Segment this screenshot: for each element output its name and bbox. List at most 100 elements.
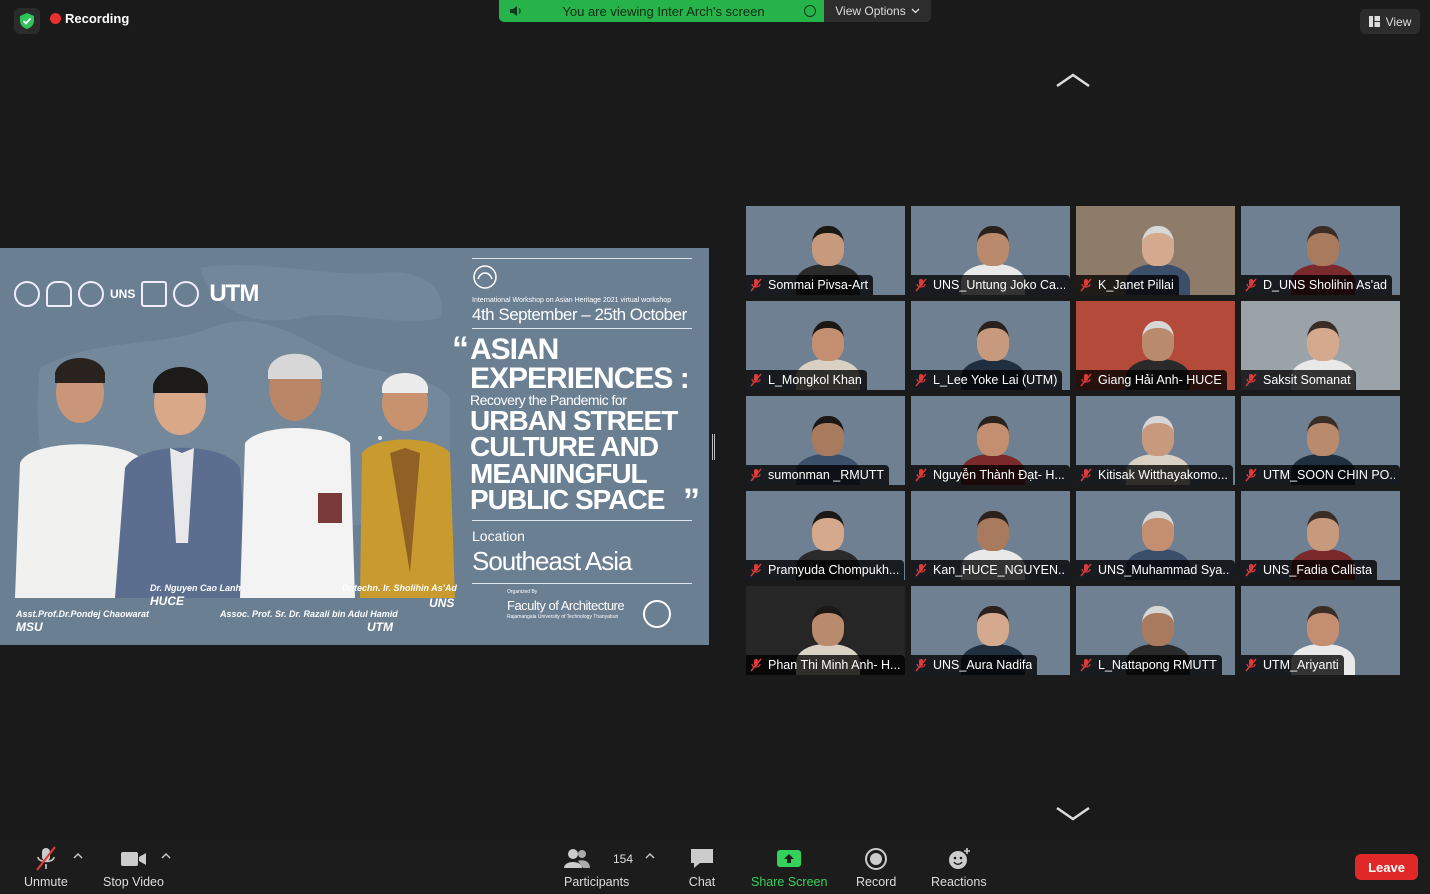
recording-label: Recording <box>65 11 130 26</box>
chat-label: Chat <box>688 875 716 889</box>
divider <box>472 520 692 521</box>
grid-view-icon <box>1368 16 1380 27</box>
share-screen-icon <box>777 850 802 867</box>
participant-tile[interactable]: D_UNS Sholihin As'ad <box>1241 206 1400 295</box>
record-button[interactable]: Record <box>856 846 896 889</box>
participant-tile[interactable]: L_Lee Yoke Lai (UTM) <box>911 301 1070 390</box>
participant-name: UTM_Ariyanti <box>1263 658 1339 672</box>
gallery-scroll-down-icon[interactable] <box>1055 806 1091 822</box>
recording-indicator[interactable]: Recording <box>50 11 129 26</box>
workshop-emblem-icon <box>473 265 497 289</box>
participant-name: UTM_SOON CHIN PO... <box>1263 468 1395 482</box>
participant-tile[interactable]: UNS_Fadia Callista <box>1241 491 1400 580</box>
zoom-meeting-window: Recording You are viewing Inter Arch's s… <box>0 0 1430 894</box>
microphone-muted-icon <box>750 278 762 292</box>
speaker-name: Assoc. Prof. Sr. Dr. Razali bin Adul Ham… <box>220 609 398 619</box>
participant-tile[interactable]: Giang Hải Anh- HUCE <box>1076 301 1235 390</box>
participant-tile[interactable]: L_Nattapong RMUTT <box>1076 586 1235 675</box>
microphone-muted-icon <box>915 658 927 672</box>
participant-name: L_Nattapong RMUTT <box>1098 658 1217 672</box>
participant-tile[interactable]: sumonman _RMUTT <box>746 396 905 485</box>
participant-tile[interactable]: Saksit Somanat <box>1241 301 1400 390</box>
split-view-handle[interactable] <box>712 434 715 460</box>
date-separator: – <box>581 305 591 324</box>
participants-options-caret-icon[interactable] <box>645 852 655 860</box>
record-icon <box>865 848 888 870</box>
video-options-caret-icon[interactable] <box>161 852 171 860</box>
leave-button[interactable]: Leave <box>1355 854 1418 880</box>
participant-tile[interactable]: UTM_Ariyanti <box>1241 586 1400 675</box>
participant-tile[interactable]: L_Mongkol Khan <box>746 301 905 390</box>
participant-tile[interactable]: UNS_Untung Joko Ca... <box>911 206 1070 295</box>
participant-video-face <box>812 416 844 456</box>
close-quote: ” <box>683 482 700 520</box>
participant-nameplate: Pramyuda Chompukh... <box>746 560 905 580</box>
chat-button[interactable]: Chat <box>688 846 716 889</box>
record-label: Record <box>856 875 897 889</box>
participant-nameplate: Nguyễn Thành Đạt- H... <box>911 465 1070 485</box>
gallery-scroll-up-icon[interactable] <box>1055 72 1091 88</box>
utm-seal-icon <box>173 281 200 307</box>
participant-tile[interactable]: Phan Thi Minh Anh- H... <box>746 586 905 675</box>
microphone-muted-icon <box>1245 658 1257 672</box>
participant-video-face <box>1142 321 1174 361</box>
participant-tile[interactable]: UNS_Aura Nadifa <box>911 586 1070 675</box>
share-banner-text: You are viewing Inter Arch's screen <box>562 3 765 19</box>
participant-name: UNS_Muhammad Sya... <box>1098 563 1230 577</box>
participant-tile[interactable]: K_Janet Pillai <box>1076 206 1235 295</box>
view-options-dropdown[interactable]: View Options <box>824 0 931 22</box>
audio-options-caret-icon[interactable] <box>73 852 83 860</box>
participant-tile[interactable]: Sommai Pivsa-Art <box>746 206 905 295</box>
participant-name: Giang Hải Anh- HUCE <box>1098 373 1222 387</box>
chevron-down-icon <box>911 8 920 14</box>
participant-gallery: Sommai Pivsa-Art UNS_Untung Joko Ca... K_J… <box>746 206 1400 675</box>
microphone-muted-icon <box>36 846 56 871</box>
title-line: ASIAN <box>470 333 559 366</box>
participant-tile[interactable]: UTM_SOON CHIN PO... <box>1241 396 1400 485</box>
view-options-label: View Options <box>835 4 906 18</box>
date-end: 25th October <box>594 305 687 324</box>
participants-label: Participants <box>564 875 630 889</box>
participant-video-face <box>977 606 1009 646</box>
participant-tile[interactable]: Pramyuda Chompukh... <box>746 491 905 580</box>
microphone-muted-icon <box>1080 278 1092 292</box>
participant-video-face <box>977 321 1009 361</box>
view-button[interactable]: View <box>1360 9 1420 34</box>
speaker-name: Dr.techn. Ir. Sholihin As'Ad <box>342 583 457 593</box>
microphone-muted-icon <box>1245 563 1257 577</box>
workshop-title: International Workshop on Asian Heritage… <box>472 297 672 304</box>
university-seal-icon <box>141 281 168 307</box>
university-seal-icon <box>46 281 72 307</box>
university-name: Rajamangala University of Technology Tha… <box>507 614 619 620</box>
divider <box>472 328 692 329</box>
status-ring-icon <box>804 5 816 17</box>
microphone-muted-icon <box>750 563 762 577</box>
university-seal-icon <box>78 281 104 307</box>
speaker-name: Dr. Nguyen Cao Lanh <box>150 583 242 593</box>
microphone-muted-icon <box>1080 658 1092 672</box>
participant-tile[interactable]: Kitisak Witthayakomo... <box>1076 396 1235 485</box>
microphone-muted-icon <box>915 468 927 482</box>
stop-video-button[interactable]: Stop Video <box>103 846 164 889</box>
participant-name: L_Mongkol Khan <box>768 373 862 387</box>
reactions-button[interactable]: Reactions <box>931 846 987 889</box>
title-line: CULTURE AND <box>470 431 659 463</box>
microphone-muted-icon <box>1080 468 1092 482</box>
unmute-button[interactable]: Unmute <box>24 846 68 889</box>
participant-tile[interactable]: UNS_Muhammad Sya... <box>1076 491 1235 580</box>
slide-main-title: ASIAN EXPERIENCES : Recovery the Pandemi… <box>470 333 705 514</box>
participant-name: D_UNS Sholihin As'ad <box>1263 278 1387 292</box>
microphone-muted-icon <box>1245 468 1257 482</box>
participant-video-face <box>1142 416 1174 456</box>
security-shield-icon[interactable] <box>14 8 40 34</box>
utm-logo: UTM <box>209 280 259 307</box>
reactions-smiley-icon <box>948 848 970 869</box>
participant-tile[interactable]: Kan_HUCE_NGUYEN... <box>911 491 1070 580</box>
participant-name: L_Lee Yoke Lai (UTM) <box>933 373 1058 387</box>
participant-tile[interactable]: Nguyễn Thành Đạt- H... <box>911 396 1070 485</box>
partner-logos: UNS UTM <box>14 280 259 308</box>
speaker-icon <box>510 6 521 16</box>
share-screen-button[interactable]: Share Screen <box>751 846 827 889</box>
participant-name: UNS_Fadia Callista <box>1263 563 1373 577</box>
participant-video-face <box>1142 606 1174 646</box>
